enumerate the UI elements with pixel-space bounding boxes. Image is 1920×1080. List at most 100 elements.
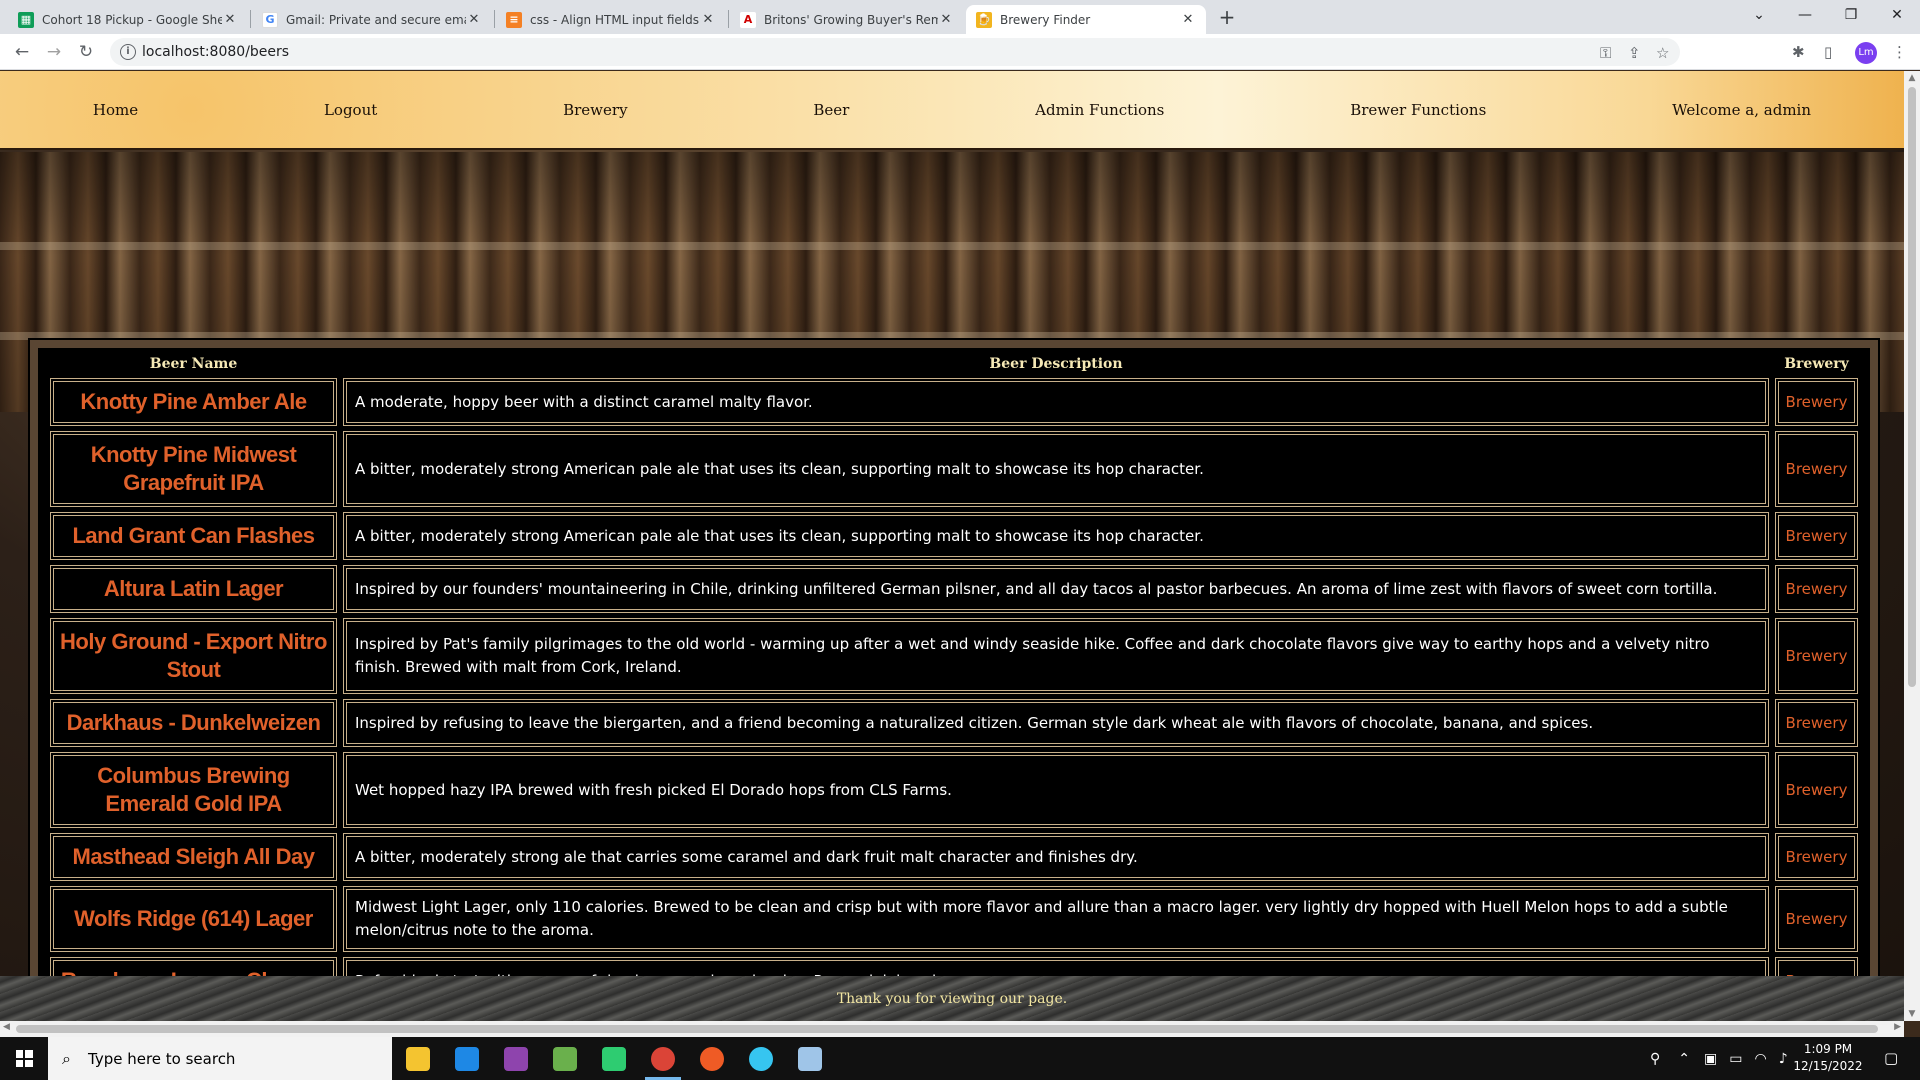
menu-kebab-icon[interactable]: ⋮ bbox=[1892, 43, 1907, 61]
brewery-link[interactable]: Brewery bbox=[1775, 618, 1858, 694]
footer-text: Thank you for viewing our page. bbox=[836, 990, 1068, 1007]
beer-icon: 🍺 bbox=[976, 11, 992, 28]
url-text[interactable]: localhost:8080/beers bbox=[142, 44, 289, 60]
brewery-link[interactable]: Brewery bbox=[1775, 565, 1858, 613]
table-row: Land Grant Can Flashes A bitter, moderat… bbox=[50, 512, 1858, 560]
postman-icon[interactable] bbox=[688, 1037, 736, 1080]
nav-beer[interactable]: Beer bbox=[813, 101, 849, 119]
scroll-left-icon[interactable]: ◀ bbox=[3, 1022, 10, 1032]
minimize-button[interactable]: — bbox=[1782, 0, 1828, 34]
beer-description: Midwest Light Lager, only 110 calories. … bbox=[343, 886, 1769, 952]
column-header-beer-description: Beer Description bbox=[989, 356, 1123, 372]
beer-name: Knotty Pine Midwest Grapefruit IPA bbox=[50, 431, 337, 507]
brewery-link[interactable]: Brewery bbox=[1775, 431, 1858, 507]
scroll-right-icon[interactable]: ▶ bbox=[1894, 1022, 1901, 1032]
tab-google-sheets[interactable]: ▦ Cohort 18 Pickup - Google Sheets ✕ bbox=[8, 5, 248, 34]
app-green-icon[interactable] bbox=[541, 1037, 589, 1080]
taskbar-clock[interactable]: 1:09 PM 12/15/2022 bbox=[1788, 1041, 1868, 1075]
battery-icon[interactable]: ▭ bbox=[1729, 1051, 1742, 1067]
brewery-link[interactable]: Brewery bbox=[1775, 699, 1858, 747]
google-icon: G bbox=[262, 11, 278, 28]
meet-now-icon[interactable]: ▣ bbox=[1704, 1051, 1717, 1067]
tab-title: css - Align HTML input fields by : bbox=[530, 12, 700, 27]
brewery-link[interactable]: Brewery bbox=[1775, 752, 1858, 828]
beer-description: A bitter, moderately strong American pal… bbox=[343, 512, 1769, 560]
beer-description: A moderate, hoppy beer with a distinct c… bbox=[343, 378, 1769, 426]
windows-taskbar: ⌕ Type here to search ⚲ ⌃ ▣ ▭ ◠ ♪ 1:09 P… bbox=[0, 1037, 1920, 1080]
tab-atlantic[interactable]: A Britons' Growing Buyer's Remorse ✕ bbox=[730, 5, 964, 34]
system-tray: ⚲ ⌃ ▣ ▭ ◠ ♪ bbox=[1650, 1037, 1788, 1080]
site-info-icon[interactable]: i bbox=[120, 44, 136, 60]
tab-title: Gmail: Private and secure email at no co… bbox=[286, 12, 466, 27]
show-hidden-icons[interactable]: ⌃ bbox=[1678, 1051, 1690, 1067]
close-icon[interactable]: ✕ bbox=[466, 12, 482, 27]
close-window-button[interactable]: ✕ bbox=[1874, 0, 1920, 34]
table-row: Masthead Sleigh All Day A bitter, modera… bbox=[50, 833, 1858, 881]
profile-avatar[interactable]: Lm bbox=[1855, 42, 1877, 64]
clock-time: 1:09 PM bbox=[1803, 1042, 1853, 1056]
vertical-scrollbar[interactable]: ▲ ▼ bbox=[1904, 71, 1920, 1021]
scrollbar-thumb[interactable] bbox=[1908, 87, 1916, 687]
password-key-icon[interactable]: ⚿ bbox=[1600, 44, 1611, 62]
tab-brewery-finder[interactable]: 🍺 Brewery Finder ✕ bbox=[966, 5, 1206, 34]
table-row: Altura Latin Lager Inspired by our found… bbox=[50, 565, 1858, 613]
scroll-up-icon[interactable]: ▲ bbox=[1904, 73, 1920, 83]
restore-button[interactable]: ❐ bbox=[1828, 0, 1874, 34]
tab-stackoverflow[interactable]: ≡ css - Align HTML input fields by : ✕ bbox=[496, 5, 726, 34]
chrome-icon[interactable] bbox=[639, 1037, 687, 1080]
git-kraken-icon[interactable] bbox=[590, 1037, 638, 1080]
beer-name: Wolfs Ridge (614) Lager bbox=[50, 886, 337, 952]
bookmark-star-icon[interactable]: ☆ bbox=[1656, 44, 1669, 62]
close-icon[interactable]: ✕ bbox=[938, 12, 954, 27]
table-row: Wolfs Ridge (614) Lager Midwest Light La… bbox=[50, 886, 1858, 952]
beer-description: Inspired by Pat's family pilgrimages to … bbox=[343, 618, 1769, 694]
beer-name: Altura Latin Lager bbox=[50, 565, 337, 613]
tab-search-icon[interactable]: ⌄ bbox=[1736, 0, 1782, 34]
notepad-icon[interactable] bbox=[786, 1037, 834, 1080]
share-icon[interactable]: ⇪ bbox=[1628, 44, 1641, 62]
nav-home[interactable]: Home bbox=[93, 101, 138, 119]
vscode-icon[interactable] bbox=[443, 1037, 491, 1080]
nav-brewer-functions[interactable]: Brewer Functions bbox=[1350, 101, 1486, 119]
beer-name: Land Grant Can Flashes bbox=[50, 512, 337, 560]
horizontal-scrollbar[interactable]: ◀ ▶ bbox=[0, 1021, 1904, 1037]
slack-icon[interactable] bbox=[737, 1037, 785, 1080]
nav-logout[interactable]: Logout bbox=[324, 101, 377, 119]
brewery-link[interactable]: Brewery bbox=[1775, 378, 1858, 426]
beer-description: Inspired by our founders' mountaineering… bbox=[343, 565, 1769, 613]
nav-admin-functions[interactable]: Admin Functions bbox=[1035, 101, 1164, 119]
extensions-icon[interactable]: ✱ bbox=[1792, 43, 1805, 61]
tab-title: Cohort 18 Pickup - Google Sheets bbox=[42, 12, 222, 27]
scrollbar-thumb[interactable] bbox=[16, 1025, 1878, 1033]
start-button[interactable] bbox=[0, 1037, 48, 1080]
forward-icon[interactable]: → bbox=[42, 40, 66, 64]
visual-studio-icon[interactable] bbox=[492, 1037, 540, 1080]
close-icon[interactable]: ✕ bbox=[700, 12, 716, 27]
brewery-link[interactable]: Brewery bbox=[1775, 833, 1858, 881]
notifications-icon[interactable]: ▢ bbox=[1884, 1049, 1898, 1067]
brewery-link[interactable]: Brewery bbox=[1775, 512, 1858, 560]
reload-icon[interactable]: ↻ bbox=[74, 40, 98, 64]
address-bar[interactable]: i localhost:8080/beers ⚿ ⇪ ☆ bbox=[110, 38, 1680, 66]
browser-tab-strip: ▦ Cohort 18 Pickup - Google Sheets ✕ G G… bbox=[0, 0, 1920, 34]
column-header-brewery: Brewery bbox=[1784, 356, 1849, 372]
tab-title: Brewery Finder bbox=[1000, 12, 1091, 27]
file-explorer-icon[interactable] bbox=[394, 1037, 442, 1080]
nav-welcome-user[interactable]: Welcome a, admin bbox=[1672, 101, 1811, 119]
wifi-icon[interactable]: ◠ bbox=[1754, 1051, 1766, 1067]
brewery-link[interactable]: Brewery bbox=[1775, 886, 1858, 952]
people-icon[interactable]: ⚲ bbox=[1650, 1051, 1660, 1067]
close-icon[interactable]: ✕ bbox=[222, 12, 238, 27]
new-tab-button[interactable]: + bbox=[1215, 6, 1239, 30]
page-viewport: Home Logout Brewery Beer Admin Functions… bbox=[0, 71, 1904, 1021]
browser-toolbar: ← → ↻ i localhost:8080/beers ⚿ ⇪ ☆ ✱ ▯ L… bbox=[0, 34, 1920, 70]
side-panel-icon[interactable]: ▯ bbox=[1824, 43, 1832, 61]
tab-gmail[interactable]: G Gmail: Private and secure email at no … bbox=[252, 5, 492, 34]
back-icon[interactable]: ← bbox=[10, 40, 34, 64]
close-icon[interactable]: ✕ bbox=[1180, 12, 1196, 27]
scroll-down-icon[interactable]: ▼ bbox=[1904, 1009, 1920, 1019]
volume-icon[interactable]: ♪ bbox=[1779, 1051, 1788, 1067]
taskbar-search[interactable]: ⌕ Type here to search bbox=[48, 1037, 392, 1080]
nav-brewery[interactable]: Brewery bbox=[563, 101, 627, 119]
search-placeholder[interactable]: Type here to search bbox=[88, 1050, 235, 1068]
